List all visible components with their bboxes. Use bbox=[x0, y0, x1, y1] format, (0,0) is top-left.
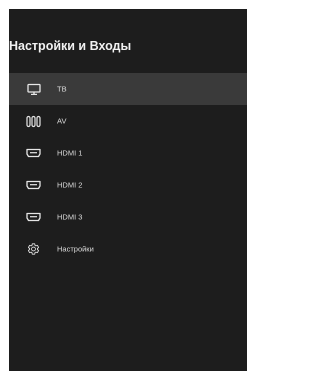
inputs-settings-panel: Настройки и Входы ТВ AV HDMI 1 HDMI 2 HD… bbox=[9, 9, 247, 371]
menu-item-settings[interactable]: Настройки bbox=[9, 233, 247, 265]
menu-item-label: HDMI 2 bbox=[57, 180, 83, 190]
input-menu: ТВ AV HDMI 1 HDMI 2 HDMI 3 Настройки bbox=[9, 73, 247, 265]
av-connector-icon bbox=[26, 115, 41, 128]
menu-item-tv[interactable]: ТВ bbox=[9, 73, 247, 105]
panel-title: Настройки и Входы bbox=[9, 39, 132, 53]
menu-item-label: HDMI 3 bbox=[57, 212, 83, 222]
menu-item-label: AV bbox=[57, 116, 67, 126]
menu-item-label: HDMI 1 bbox=[57, 148, 83, 158]
menu-item-hdmi-3[interactable]: HDMI 3 bbox=[9, 201, 247, 233]
menu-item-label: Настройки bbox=[57, 244, 94, 254]
hdmi-port-icon bbox=[26, 147, 41, 160]
hdmi-port-icon bbox=[26, 179, 41, 192]
gear-icon bbox=[26, 243, 41, 256]
menu-item-label: ТВ bbox=[57, 84, 67, 94]
menu-item-hdmi-2[interactable]: HDMI 2 bbox=[9, 169, 247, 201]
menu-item-av[interactable]: AV bbox=[9, 105, 247, 137]
monitor-icon bbox=[26, 83, 41, 96]
menu-item-hdmi-1[interactable]: HDMI 1 bbox=[9, 137, 247, 169]
hdmi-port-icon bbox=[26, 211, 41, 224]
